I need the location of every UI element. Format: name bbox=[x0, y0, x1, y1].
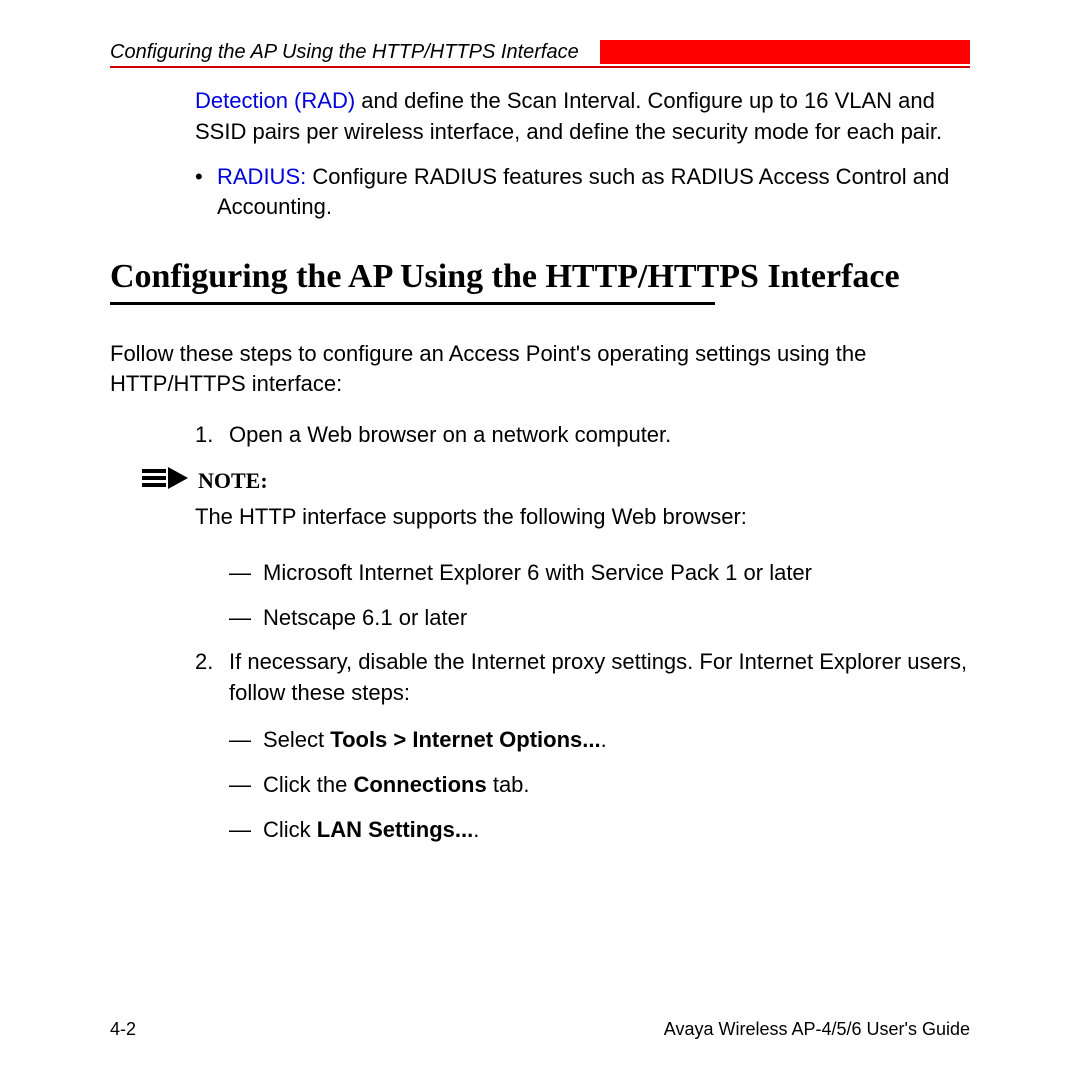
substep-post: . bbox=[473, 817, 479, 842]
list-text: Microsoft Internet Explorer 6 with Servi… bbox=[263, 560, 812, 585]
page-content: Configuring the AP Using the HTTP/HTTPS … bbox=[0, 0, 1080, 899]
list-item: 1. Open a Web browser on a network compu… bbox=[195, 420, 970, 451]
bullet-dot-icon: • bbox=[195, 162, 203, 193]
substep-bold: Connections bbox=[353, 772, 486, 797]
list-number: 2. bbox=[195, 647, 213, 678]
substep-pre: Select bbox=[263, 727, 330, 752]
intro-paragraph: Follow these steps to configure an Acces… bbox=[110, 339, 970, 398]
link-detection-rad[interactable]: Detection (RAD) bbox=[195, 88, 355, 113]
list-number: 1. bbox=[195, 420, 213, 451]
substep-post: . bbox=[601, 727, 607, 752]
substep-bold: Tools > Internet Options... bbox=[330, 727, 600, 752]
bullet-item: • RADIUS: Configure RADIUS features such… bbox=[195, 162, 970, 224]
list-item: — Click LAN Settings.... bbox=[229, 815, 970, 846]
dash-icon: — bbox=[229, 558, 251, 589]
browser-list: — Microsoft Internet Explorer 6 with Ser… bbox=[110, 558, 970, 634]
running-head: Configuring the AP Using the HTTP/HTTPS … bbox=[110, 41, 600, 64]
list-text: If necessary, disable the Internet proxy… bbox=[229, 649, 967, 705]
list-item: — Microsoft Internet Explorer 6 with Ser… bbox=[229, 558, 970, 589]
substep-post: tab. bbox=[487, 772, 530, 797]
page-header: Configuring the AP Using the HTTP/HTTPS … bbox=[110, 40, 970, 68]
list-item: — Select Tools > Internet Options.... bbox=[229, 725, 970, 756]
dash-icon: — bbox=[229, 725, 251, 756]
bullet-item: Detection (RAD) and define the Scan Inte… bbox=[195, 86, 970, 148]
dash-icon: — bbox=[229, 770, 251, 801]
page-footer: 4-2 Avaya Wireless AP-4/5/6 User's Guide bbox=[110, 1019, 970, 1040]
ordered-list: 1. Open a Web browser on a network compu… bbox=[110, 420, 970, 451]
list-item: 2. If necessary, disable the Internet pr… bbox=[195, 647, 970, 709]
link-radius[interactable]: RADIUS: bbox=[217, 164, 306, 189]
heading-rule bbox=[110, 302, 715, 305]
bullet-text: Configure RADIUS features such as RADIUS… bbox=[217, 164, 949, 220]
list-item: — Click the Connections tab. bbox=[229, 770, 970, 801]
footer-title: Avaya Wireless AP-4/5/6 User's Guide bbox=[664, 1019, 970, 1040]
note-body: The HTTP interface supports the followin… bbox=[110, 502, 970, 532]
note-arrow-icon bbox=[142, 467, 190, 494]
header-red-bar bbox=[600, 40, 970, 64]
note-header: NOTE: bbox=[142, 467, 970, 494]
list-text: Netscape 6.1 or later bbox=[263, 605, 467, 630]
dash-icon: — bbox=[229, 603, 251, 634]
substep-bold: LAN Settings... bbox=[317, 817, 473, 842]
substep-list: — Select Tools > Internet Options.... — … bbox=[110, 725, 970, 845]
substep-pre: Click bbox=[263, 817, 317, 842]
ordered-list-cont: 2. If necessary, disable the Internet pr… bbox=[110, 647, 970, 709]
section-heading: Configuring the AP Using the HTTP/HTTPS … bbox=[110, 257, 970, 298]
top-bullet-list: Detection (RAD) and define the Scan Inte… bbox=[110, 86, 970, 223]
note-label: NOTE: bbox=[198, 468, 268, 494]
dash-icon: — bbox=[229, 815, 251, 846]
list-text: Open a Web browser on a network computer… bbox=[229, 422, 671, 447]
page-number: 4-2 bbox=[110, 1019, 136, 1040]
substep-pre: Click the bbox=[263, 772, 353, 797]
list-item: — Netscape 6.1 or later bbox=[229, 603, 970, 634]
